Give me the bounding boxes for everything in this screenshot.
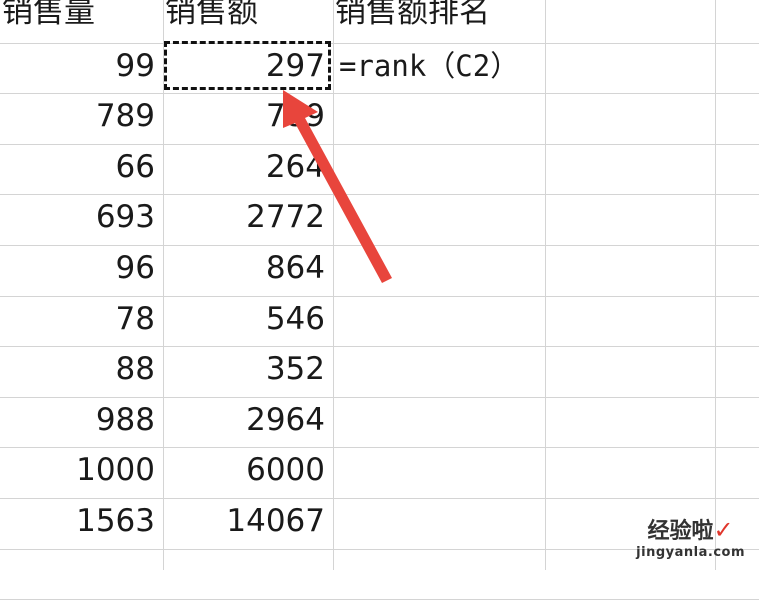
watermark-name: 经验啦 bbox=[647, 519, 714, 544]
checkmark-icon: ✓ bbox=[713, 516, 734, 544]
watermark-url: jingyanla.com bbox=[636, 545, 745, 560]
red-arrow-pointer-icon bbox=[283, 90, 392, 283]
watermark: 经验啦✓ jingyanla.com bbox=[636, 513, 745, 560]
